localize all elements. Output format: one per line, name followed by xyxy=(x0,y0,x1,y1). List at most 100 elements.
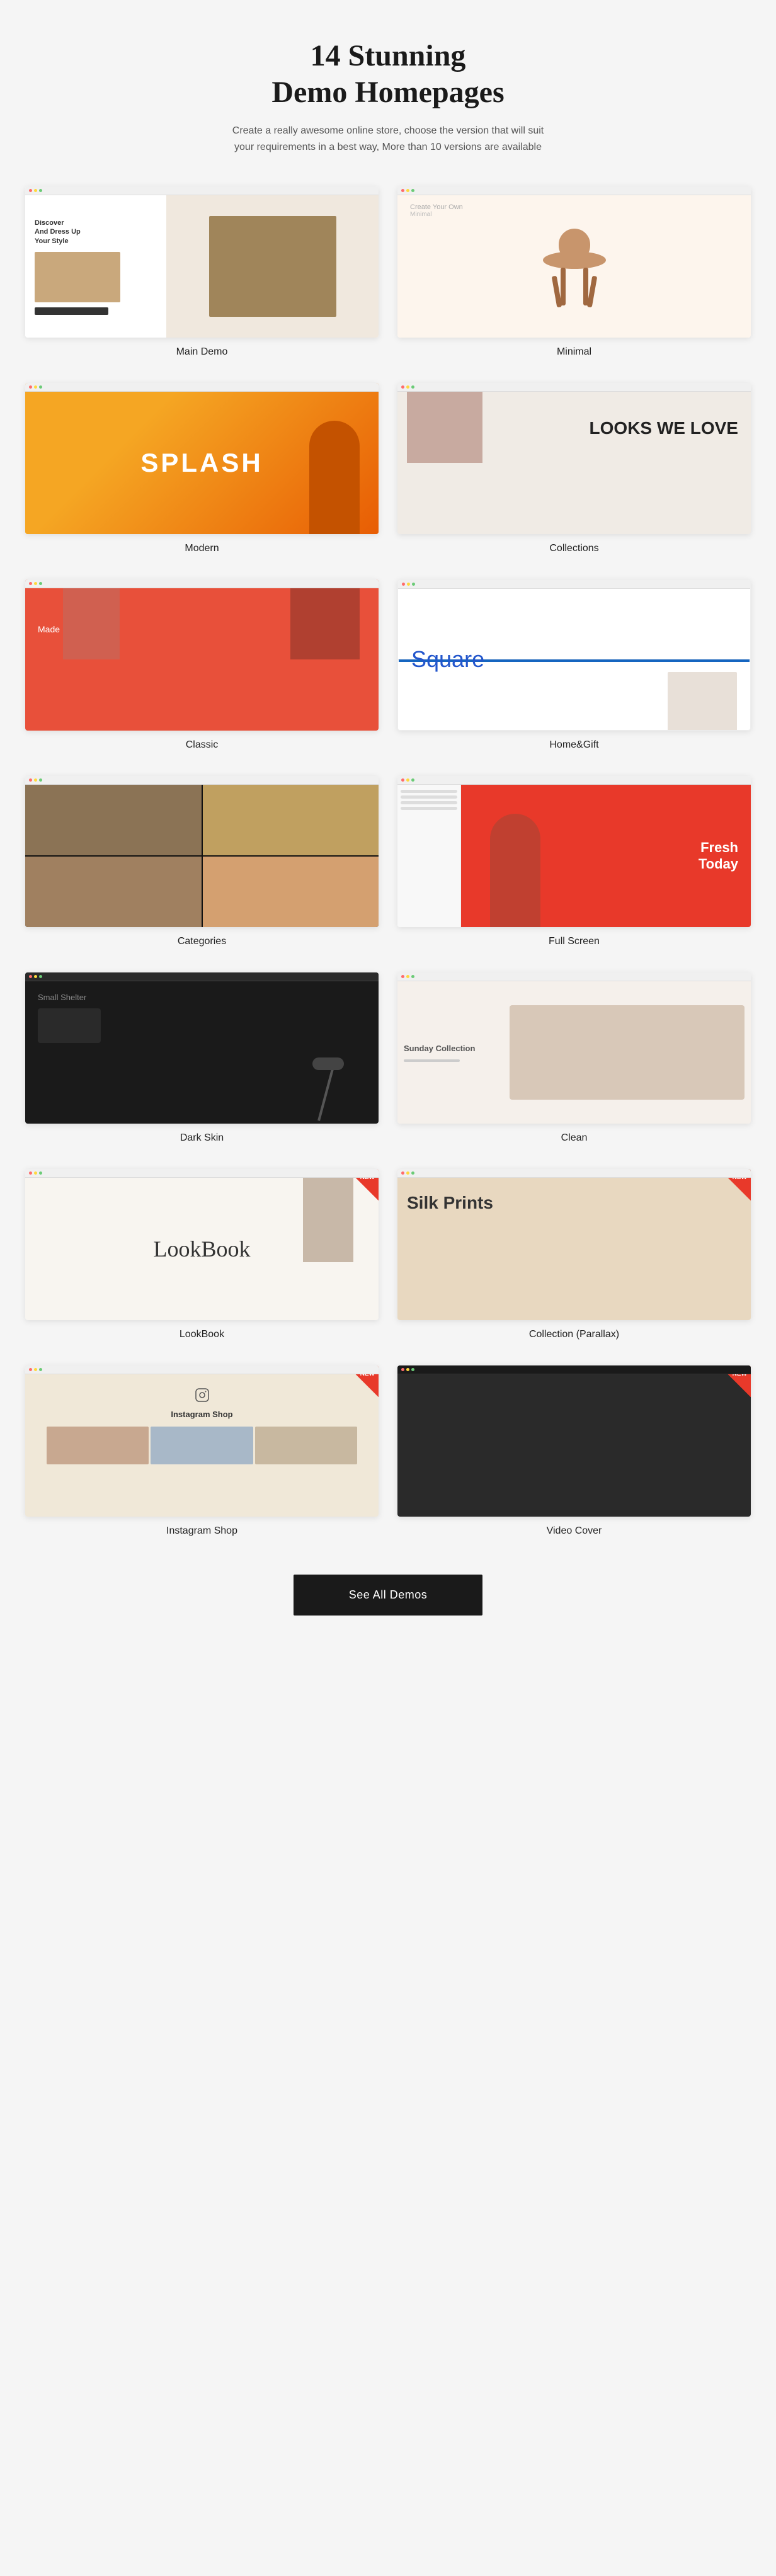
demo-item-categories[interactable]: Categories xyxy=(25,776,379,947)
clean-bed xyxy=(510,1005,745,1100)
demo-item-clean[interactable]: Sunday Collection Clean xyxy=(397,972,751,1144)
demo-item-main-demo[interactable]: DiscoverAnd Dress UpYour Style Main Demo xyxy=(25,186,379,358)
bd-r xyxy=(401,189,404,192)
browser-bar-modern xyxy=(25,383,379,392)
demo-item-darkskin[interactable]: Small Shelter Dark Skin xyxy=(25,972,379,1144)
demo-item-videocover[interactable]: NEW Cruise 2019 Video Cover xyxy=(397,1365,751,1537)
demo-label-fullscreen: Full Screen xyxy=(549,936,600,947)
fs-main: FreshToday xyxy=(461,785,751,927)
demo-thumb-collection-parallax[interactable]: NEW Silk Prints xyxy=(397,1169,751,1320)
demo-item-collections[interactable]: LOOKS WE LOVE Collections xyxy=(397,383,751,554)
bd-y10 xyxy=(34,1171,37,1175)
demo-thumb-clean[interactable]: Sunday Collection xyxy=(397,972,751,1124)
insta-cell-2 xyxy=(151,1427,253,1464)
classic-person2 xyxy=(63,579,120,659)
demo-thumb-modern[interactable]: SPLASH xyxy=(25,383,379,534)
demo-label-lookbook: LookBook xyxy=(180,1329,224,1340)
bd-g6 xyxy=(39,778,42,782)
bd-y3 xyxy=(406,385,409,389)
minimal-sub-label: Minimal xyxy=(410,211,463,218)
bd-g12 xyxy=(39,1368,42,1371)
bd-g4 xyxy=(39,582,42,585)
demo-thumb-instagram[interactable]: NEW Instagram Shop xyxy=(25,1365,379,1517)
cat-cell-3 xyxy=(25,857,202,927)
demo-thumb-classic[interactable]: Made For You xyxy=(25,579,379,731)
demo-item-homegift[interactable]: Square Home&Gift xyxy=(397,579,751,751)
demo-item-instagram[interactable]: NEW Instagram Shop Ins xyxy=(25,1365,379,1537)
demo-label-darkskin: Dark Skin xyxy=(180,1132,224,1144)
bd-g11 xyxy=(411,1171,414,1175)
demo-label-collections: Collections xyxy=(549,543,598,554)
demo-thumb-categories[interactable] xyxy=(25,776,379,927)
main-img-placeholder xyxy=(35,252,120,302)
demo-thumb-collections[interactable]: LOOKS WE LOVE xyxy=(397,383,751,534)
browser-dot-red xyxy=(29,189,32,192)
demo-thumb-main[interactable]: DiscoverAnd Dress UpYour Style xyxy=(25,186,379,338)
bd-g xyxy=(411,189,414,192)
looks-text: LOOKS WE LOVE xyxy=(590,419,738,438)
see-all-button[interactable]: See All Demos xyxy=(294,1575,482,1616)
demo-item-minimal[interactable]: Create Your Own Minimal xyxy=(397,186,751,358)
demo-thumb-videocover[interactable]: NEW Cruise 2019 xyxy=(397,1365,751,1517)
demo-label-classic: Classic xyxy=(186,739,219,751)
shelter-text: Small Shelter xyxy=(38,993,86,1002)
bd-r9 xyxy=(401,975,404,978)
clean-line xyxy=(404,1059,460,1062)
demo-thumb-minimal[interactable]: Create Your Own Minimal xyxy=(397,186,751,338)
demo-thumb-darkskin[interactable]: Small Shelter xyxy=(25,972,379,1124)
demo-thumb-homegift[interactable]: Square xyxy=(397,579,751,731)
demo-item-fullscreen[interactable]: FreshToday Full Screen xyxy=(397,776,751,947)
browser-dot-green xyxy=(39,189,42,192)
browser-bar-instagram xyxy=(25,1365,379,1374)
browser-bar-clean xyxy=(397,972,751,981)
minimal-text-area: Create Your Own Minimal xyxy=(410,203,463,218)
browser-bar-categories xyxy=(25,776,379,785)
browser-bar-classic xyxy=(25,579,379,588)
page-wrapper: 14 StunningDemo Homepages Create a reall… xyxy=(0,0,776,1666)
bd-g9 xyxy=(411,975,414,978)
insta-cell-1 xyxy=(47,1427,149,1464)
demo-thumb-lookbook[interactable]: NEW LookBook xyxy=(25,1169,379,1320)
demo-label-minimal: Minimal xyxy=(557,346,591,358)
lookbook-text: LookBook xyxy=(153,1236,250,1262)
insta-cell-3 xyxy=(255,1427,358,1464)
browser-bar-fullscreen xyxy=(397,776,751,785)
demo-item-classic[interactable]: Made For You Classic xyxy=(25,579,379,751)
browser-bar-minimal xyxy=(397,186,751,195)
fs-sidebar xyxy=(397,785,461,927)
homegift-inner: Square xyxy=(398,659,750,660)
demo-label-modern: Modern xyxy=(185,543,219,554)
main-right-panel xyxy=(166,195,379,338)
demo-item-modern[interactable]: SPLASH Modern xyxy=(25,383,379,554)
bd-y12 xyxy=(34,1368,37,1371)
bd-y9 xyxy=(406,975,409,978)
bd-y13 xyxy=(406,1368,409,1371)
browser-bar-video xyxy=(397,1365,751,1374)
page-description: Create a really awesome online store, ch… xyxy=(231,123,545,155)
main-shop-btn xyxy=(35,307,108,315)
cat-cell-1 xyxy=(25,785,202,855)
chair-icon xyxy=(524,216,625,317)
bd-r12 xyxy=(29,1368,32,1371)
demo-item-lookbook[interactable]: NEW LookBook LookBook xyxy=(25,1169,379,1340)
sunday-text: Sunday Collection xyxy=(404,1043,497,1054)
fullscreen-inner: FreshToday xyxy=(397,785,751,927)
modern-person xyxy=(309,421,360,534)
fs-line3 xyxy=(401,801,457,804)
minimal-create-label: Create Your Own xyxy=(410,203,463,211)
silk-text: Silk Prints xyxy=(407,1194,493,1213)
bd-g2 xyxy=(39,385,42,389)
browser-bar-parallax xyxy=(397,1169,751,1178)
fs-line xyxy=(401,790,457,793)
demo-item-collection-parallax[interactable]: NEW Silk Prints Collection (Parallax) xyxy=(397,1169,751,1340)
categories-inner xyxy=(25,785,379,927)
bd-r11 xyxy=(401,1171,404,1175)
bd-r7 xyxy=(401,778,404,782)
page-title: 14 StunningDemo Homepages xyxy=(25,38,751,110)
demo-label-instagram: Instagram Shop xyxy=(166,1525,237,1537)
square-text: Square xyxy=(411,646,484,673)
demo-thumb-fullscreen[interactable]: FreshToday xyxy=(397,776,751,927)
minimal-inner: Create Your Own Minimal xyxy=(397,191,751,338)
bd-y5 xyxy=(407,583,410,586)
product-box xyxy=(38,1008,101,1043)
